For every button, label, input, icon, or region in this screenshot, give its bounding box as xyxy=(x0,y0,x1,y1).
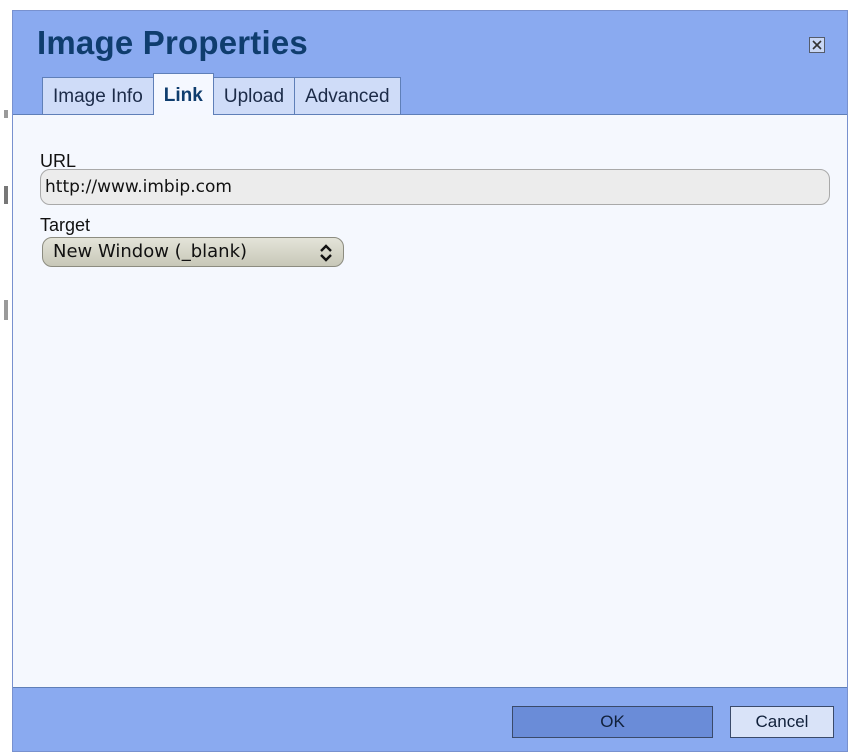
target-select-value: New Window (_blank) xyxy=(53,241,248,262)
edge-mark xyxy=(4,300,8,320)
left-edge xyxy=(0,0,12,754)
edge-mark xyxy=(4,110,8,118)
ok-button[interactable]: OK xyxy=(512,706,713,738)
tab-image-info[interactable]: Image Info xyxy=(42,77,154,115)
dialog-title: Image Properties xyxy=(37,24,308,61)
image-properties-dialog: Image Properties Image Info Link Upload … xyxy=(12,10,848,752)
url-input[interactable] xyxy=(40,169,830,205)
tab-advanced[interactable]: Advanced xyxy=(294,77,401,115)
close-icon[interactable] xyxy=(809,37,825,53)
cancel-button[interactable]: Cancel xyxy=(730,706,834,738)
tab-upload[interactable]: Upload xyxy=(212,77,296,115)
tab-link[interactable]: Link xyxy=(152,73,214,115)
tab-bar: Image Info Link Upload Advanced xyxy=(42,73,401,115)
edge-mark xyxy=(4,186,8,204)
link-tab-panel: URL Target New Window (_blank) xyxy=(13,114,847,688)
target-select[interactable]: New Window (_blank) xyxy=(42,237,344,267)
target-label: Target xyxy=(40,215,91,235)
chevron-updown-icon xyxy=(319,243,333,271)
